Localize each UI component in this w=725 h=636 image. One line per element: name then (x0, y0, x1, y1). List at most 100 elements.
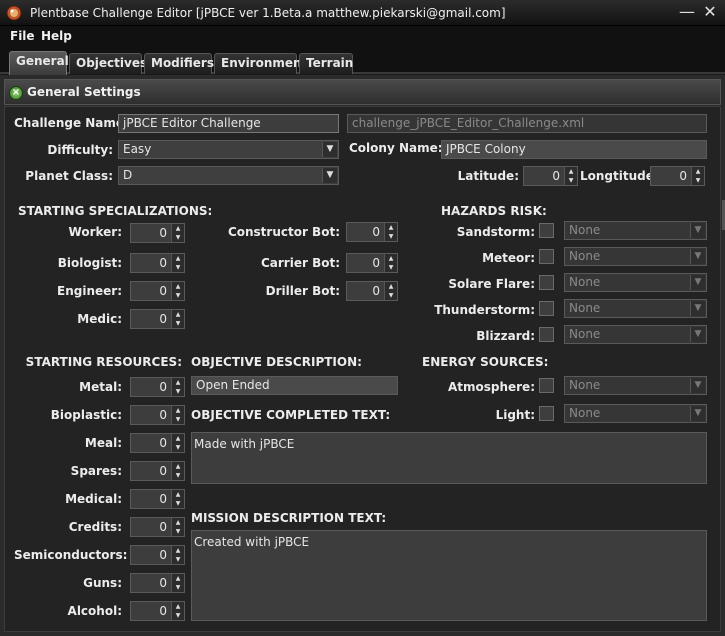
thunderstorm-checkbox[interactable] (539, 301, 554, 316)
mission-description-textarea[interactable]: Created with jPBCE (191, 530, 707, 621)
tab-objectives[interactable]: Objectives (69, 53, 147, 74)
spin-down-icon[interactable]: ▼ (172, 555, 184, 564)
chevron-down-icon[interactable]: ▼ (690, 249, 705, 264)
tab-general[interactable]: General (9, 51, 69, 75)
metal-spinner[interactable]: 0 ▲ ▼ (130, 377, 185, 397)
tab-modifiers[interactable]: Modifiers (144, 53, 214, 74)
spin-down-icon[interactable]: ▼ (172, 319, 184, 328)
chevron-down-icon[interactable]: ▼ (690, 223, 705, 238)
spin-up-icon[interactable]: ▲ (172, 462, 184, 471)
tab-terrain[interactable]: Terrain (299, 53, 353, 74)
engineer-spinner[interactable]: 0 ▲ ▼ (130, 281, 185, 301)
spin-down-icon[interactable]: ▼ (692, 176, 704, 185)
resources-heading: STARTING RESOURCES: (25, 355, 182, 369)
objective-completed-textarea[interactable]: Made with jPBCE (191, 432, 707, 484)
spin-down-icon[interactable]: ▼ (172, 387, 184, 396)
objective-description-input[interactable]: Open Ended (191, 376, 398, 395)
worker-spinner[interactable]: 0 ▲ ▼ (130, 223, 185, 243)
meteor-select[interactable]: None ▼ (564, 247, 707, 266)
spin-down-icon[interactable]: ▼ (172, 527, 184, 536)
spin-up-icon[interactable]: ▲ (172, 518, 184, 527)
latitude-spinner[interactable]: 0 ▲ ▼ (523, 166, 578, 186)
spin-down-icon[interactable]: ▼ (172, 583, 184, 592)
atmosphere-select[interactable]: None ▼ (564, 376, 707, 395)
spin-down-icon[interactable]: ▼ (172, 415, 184, 424)
spin-down-icon[interactable]: ▼ (385, 263, 397, 272)
spin-up-icon[interactable]: ▲ (172, 490, 184, 499)
spin-down-icon[interactable]: ▼ (172, 263, 184, 272)
chevron-down-icon[interactable]: ▼ (690, 275, 705, 290)
close-icon[interactable]: ✕ (701, 3, 719, 21)
driller-bot-spinner[interactable]: 0 ▲ ▼ (346, 281, 398, 301)
longitude-spinner[interactable]: 0 ▲ ▼ (650, 166, 705, 186)
chevron-down-icon[interactable]: ▼ (690, 327, 705, 342)
challenge-name-input[interactable]: jPBCE Editor Challenge (118, 114, 339, 133)
minimize-icon[interactable]: — (678, 3, 696, 21)
spin-up-icon[interactable]: ▲ (172, 546, 184, 555)
medic-label: Medic: (77, 312, 122, 326)
chevron-down-icon[interactable]: ▼ (322, 168, 337, 183)
chevron-down-icon[interactable]: ▼ (690, 406, 705, 421)
menu-file[interactable]: File (10, 29, 35, 43)
longitude-value: 0 (679, 169, 687, 183)
constructor-bot-spinner[interactable]: 0 ▲ ▼ (346, 222, 398, 242)
spin-up-icon[interactable]: ▲ (385, 282, 397, 291)
spin-up-icon[interactable]: ▲ (692, 167, 704, 176)
collapse-icon[interactable]: × (9, 86, 23, 100)
spin-down-icon[interactable]: ▼ (172, 471, 184, 480)
filename-field: challenge_jPBCE_Editor_Challenge.xml (347, 114, 707, 133)
tab-environment[interactable]: Environment (214, 53, 307, 74)
spin-up-icon[interactable]: ▲ (172, 406, 184, 415)
sandstorm-select[interactable]: None ▼ (564, 221, 707, 240)
spin-down-icon[interactable]: ▼ (172, 611, 184, 620)
chevron-down-icon[interactable]: ▼ (690, 301, 705, 316)
spin-up-icon[interactable]: ▲ (172, 310, 184, 319)
spin-down-icon[interactable]: ▼ (565, 176, 577, 185)
spin-down-icon[interactable]: ▼ (172, 291, 184, 300)
spin-up-icon[interactable]: ▲ (172, 574, 184, 583)
spin-up-icon[interactable]: ▲ (172, 378, 184, 387)
spin-down-icon[interactable]: ▼ (385, 291, 397, 300)
semiconductors-spinner[interactable]: 0 ▲ ▼ (130, 545, 185, 565)
meal-spinner[interactable]: 0 ▲ ▼ (130, 433, 185, 453)
meteor-checkbox[interactable] (539, 249, 554, 264)
colony-name-input[interactable]: JPBCE Colony (441, 140, 707, 159)
driller-bot-label: Driller Bot: (265, 284, 340, 298)
spin-up-icon[interactable]: ▲ (172, 254, 184, 263)
light-select[interactable]: None ▼ (564, 404, 707, 423)
planet-class-select[interactable]: D ▼ (118, 166, 339, 185)
spin-down-icon[interactable]: ▼ (172, 233, 184, 242)
spin-up-icon[interactable]: ▲ (565, 167, 577, 176)
biologist-spinner[interactable]: 0 ▲ ▼ (130, 253, 185, 273)
spin-down-icon[interactable]: ▼ (172, 443, 184, 452)
spin-up-icon[interactable]: ▲ (385, 223, 397, 232)
thunderstorm-select[interactable]: None ▼ (564, 299, 707, 318)
medical-spinner[interactable]: 0 ▲ ▼ (130, 489, 185, 509)
spares-spinner[interactable]: 0 ▲ ▼ (130, 461, 185, 481)
atmosphere-checkbox[interactable] (539, 378, 554, 393)
blizzard-checkbox[interactable] (539, 327, 554, 342)
spin-up-icon[interactable]: ▲ (172, 602, 184, 611)
spin-up-icon[interactable]: ▲ (172, 282, 184, 291)
guns-spinner[interactable]: 0 ▲ ▼ (130, 573, 185, 593)
bioplastic-spinner[interactable]: 0 ▲ ▼ (130, 405, 185, 425)
spin-up-icon[interactable]: ▲ (385, 254, 397, 263)
spin-down-icon[interactable]: ▼ (385, 232, 397, 241)
blizzard-select[interactable]: None ▼ (564, 325, 707, 344)
chevron-down-icon[interactable]: ▼ (690, 378, 705, 393)
alcohol-spinner[interactable]: 0 ▲ ▼ (130, 601, 185, 621)
difficulty-select[interactable]: Easy ▼ (118, 140, 339, 159)
carrier-bot-spinner[interactable]: 0 ▲ ▼ (346, 253, 398, 273)
light-checkbox[interactable] (539, 406, 554, 421)
spin-down-icon[interactable]: ▼ (172, 499, 184, 508)
solar-flare-select[interactable]: None ▼ (564, 273, 707, 292)
chevron-down-icon[interactable]: ▼ (322, 142, 337, 157)
solar-flare-checkbox[interactable] (539, 275, 554, 290)
medic-spinner[interactable]: 0 ▲ ▼ (130, 309, 185, 329)
objective-completed-heading: OBJECTIVE COMPLETED TEXT: (191, 408, 391, 422)
sandstorm-checkbox[interactable] (539, 223, 554, 238)
menu-help[interactable]: Help (41, 29, 72, 43)
spin-up-icon[interactable]: ▲ (172, 434, 184, 443)
spin-up-icon[interactable]: ▲ (172, 224, 184, 233)
credits-spinner[interactable]: 0 ▲ ▼ (130, 517, 185, 537)
